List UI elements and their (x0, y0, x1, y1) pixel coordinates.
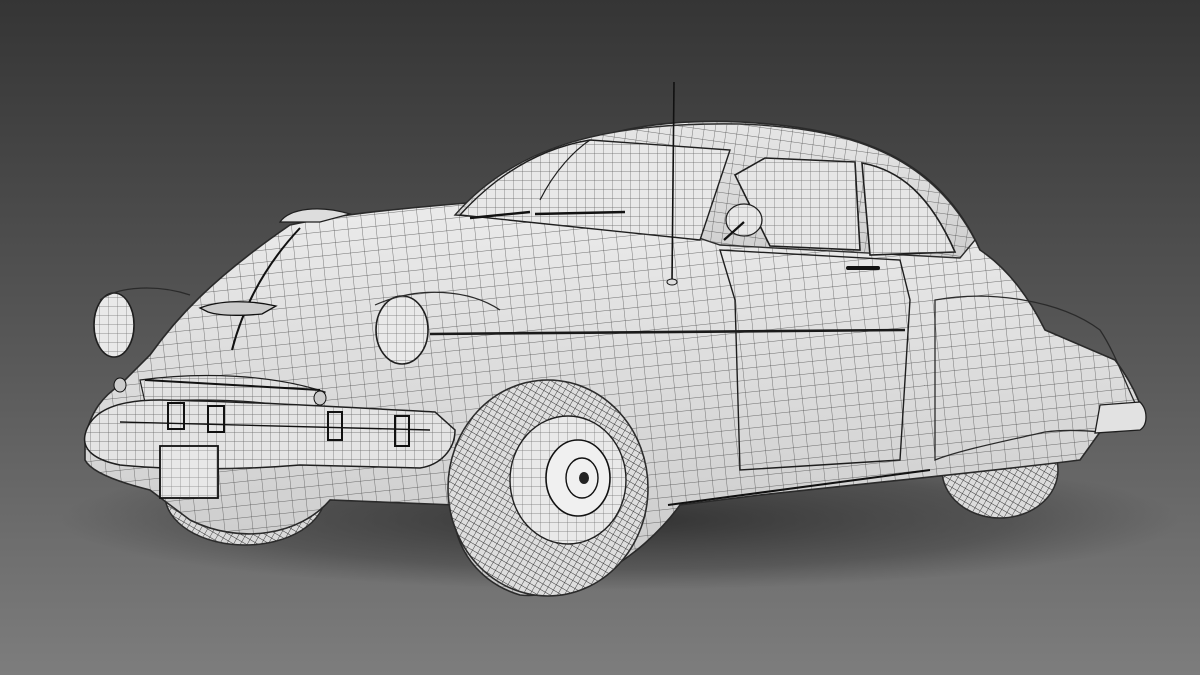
render-viewport (0, 0, 1200, 675)
license-plate (159, 445, 219, 499)
hubcap (545, 439, 611, 517)
rear-bumper (1094, 401, 1147, 434)
antenna-base (666, 278, 678, 286)
front-right-wheel (447, 379, 649, 597)
headlight-right (375, 295, 429, 365)
wireframe-render (0, 0, 1200, 675)
front-bumper (83, 399, 456, 470)
headlight-left (93, 292, 135, 358)
